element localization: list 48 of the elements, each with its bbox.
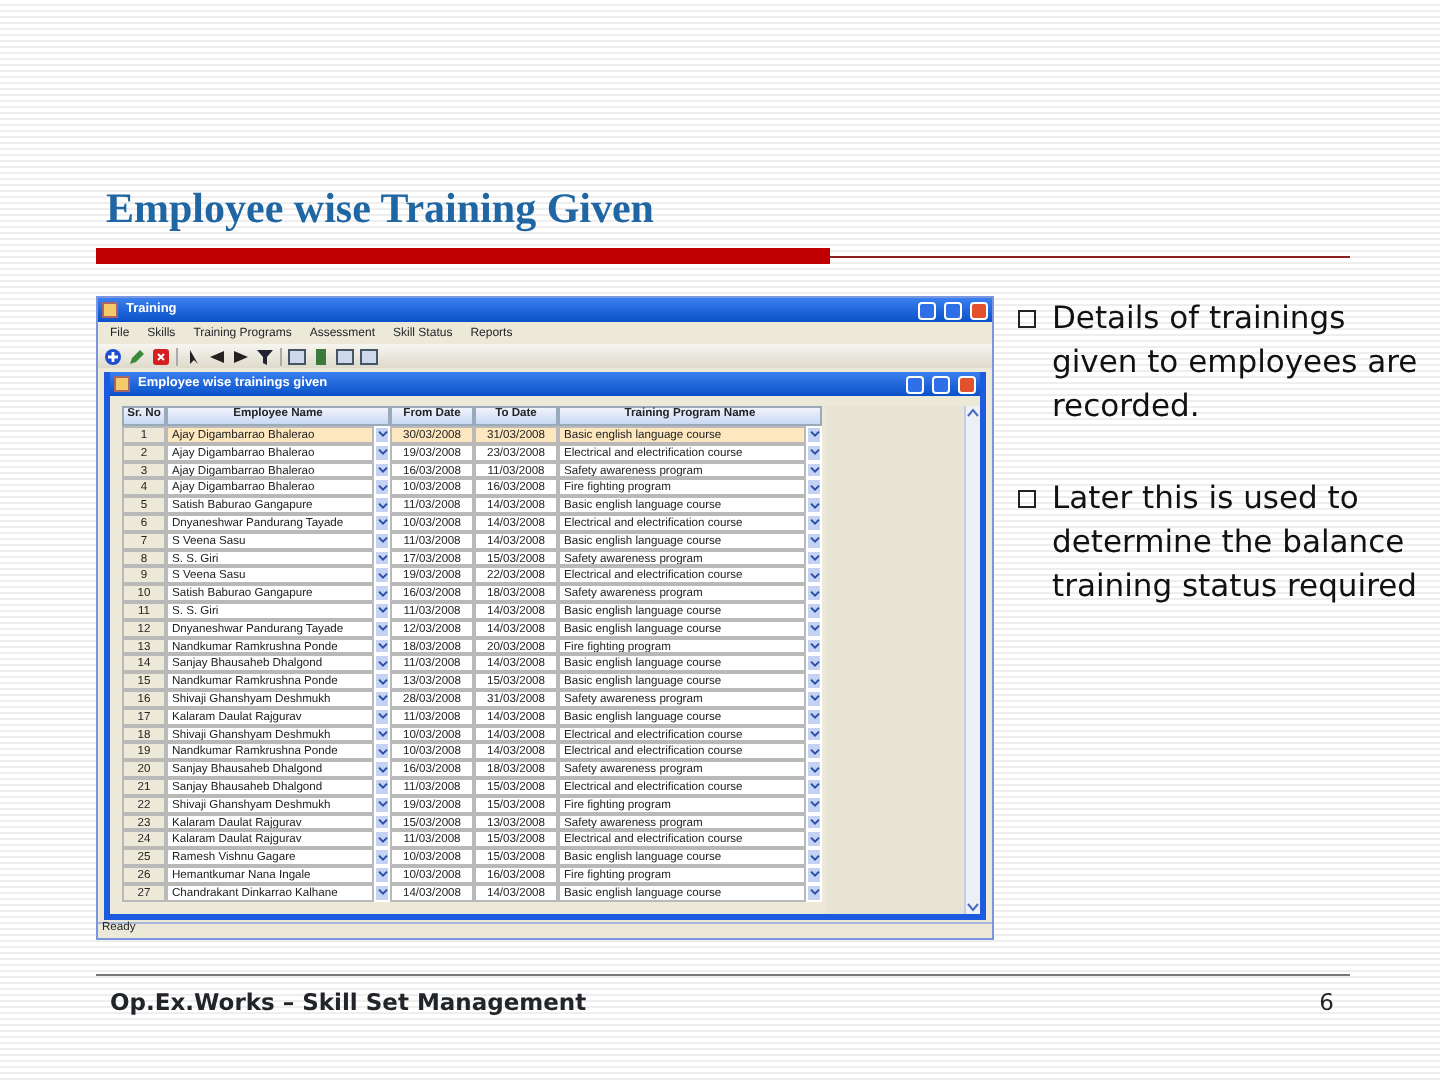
- dropdown-button[interactable]: [374, 478, 390, 497]
- square-bullet-icon: [1018, 490, 1036, 508]
- filter-icon[interactable]: [256, 347, 274, 365]
- scroll-up-icon: [966, 406, 980, 420]
- cursor-icon[interactable]: [184, 347, 202, 365]
- pencil-icon[interactable]: [128, 347, 146, 365]
- square-bullet-icon: [1018, 310, 1036, 328]
- delete-icon[interactable]: [152, 347, 170, 365]
- dropdown-button[interactable]: [806, 672, 822, 690]
- minimize-button[interactable]: [918, 301, 936, 319]
- slide-title: Employee wise Training Given: [106, 184, 656, 232]
- dropdown-button[interactable]: [806, 848, 822, 866]
- dropdown-button[interactable]: [806, 760, 822, 778]
- maximize-button[interactable]: [932, 375, 950, 393]
- bullet-text: Details of trainings given to employees are recorded.: [1052, 298, 1418, 428]
- dropdown-button[interactable]: [806, 478, 822, 497]
- dropdown-button[interactable]: [374, 830, 390, 849]
- plus-icon[interactable]: [104, 347, 122, 365]
- dropdown-button[interactable]: [374, 496, 390, 514]
- dropdown-button[interactable]: [806, 496, 822, 514]
- app-icon: [102, 302, 118, 318]
- minimize-button[interactable]: [906, 375, 924, 393]
- arrow-right-icon[interactable]: [232, 347, 250, 365]
- dropdown-button[interactable]: [374, 426, 390, 444]
- close-button[interactable]: [970, 301, 988, 319]
- dropdown-button[interactable]: [374, 742, 390, 761]
- scrollbar[interactable]: [964, 406, 980, 914]
- scroll-down-icon: [966, 900, 980, 914]
- dropdown-button[interactable]: [806, 426, 822, 444]
- dropdown-button[interactable]: [806, 742, 822, 761]
- dropdown-button[interactable]: [374, 654, 390, 673]
- dropdown-button[interactable]: [374, 760, 390, 778]
- page-number: 6: [1319, 986, 1334, 1020]
- dropdown-button[interactable]: [806, 584, 822, 602]
- dropdown-button[interactable]: [374, 848, 390, 866]
- slide-footer: Op.Ex.Works – Skill Set Management: [110, 986, 587, 1021]
- dropdown-button[interactable]: [374, 584, 390, 602]
- maximize-button[interactable]: [944, 301, 962, 319]
- dropdown-button[interactable]: [374, 566, 390, 585]
- dropdown-button[interactable]: [806, 830, 822, 849]
- dropdown-button[interactable]: [374, 672, 390, 690]
- arrow-left-icon[interactable]: [208, 347, 226, 365]
- table-icon[interactable]: [288, 347, 306, 365]
- dropdown-button[interactable]: [806, 654, 822, 673]
- form-icon: [114, 376, 130, 392]
- bullet-text: Later this is used to determine the balance training status required: [1052, 478, 1418, 608]
- dropdown-button[interactable]: [806, 566, 822, 585]
- close-button[interactable]: [958, 375, 976, 393]
